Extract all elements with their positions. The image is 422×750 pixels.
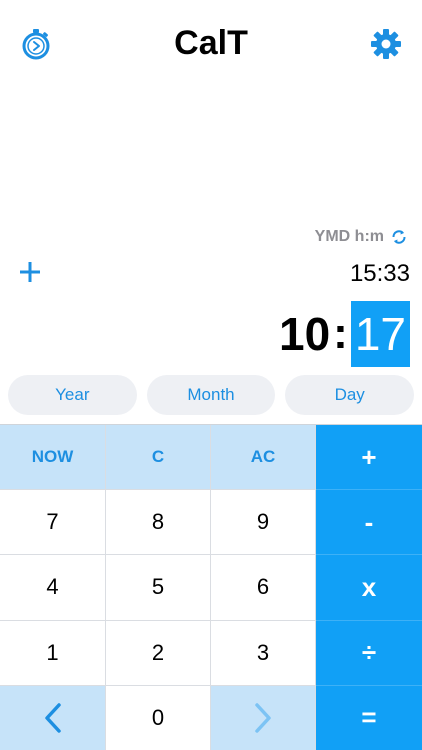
divide-button[interactable]: ÷ <box>316 620 422 686</box>
digit-9-button[interactable]: 9 <box>211 490 316 556</box>
header: CalT <box>0 0 422 90</box>
move-right-button[interactable] <box>211 685 316 750</box>
digit-8-button[interactable]: 8 <box>106 490 211 556</box>
digit-3-button[interactable]: 3 <box>211 620 316 686</box>
app-title: CalT <box>174 24 248 62</box>
multiply-button[interactable]: x <box>316 555 422 621</box>
digit-0-button[interactable]: 0 <box>106 685 211 750</box>
current-time-display: 10 : 17 <box>279 301 410 367</box>
time-separator: : <box>333 309 348 358</box>
format-toggle[interactable]: YMD h:m <box>315 228 408 246</box>
chevron-right-icon <box>255 703 271 733</box>
digit-2-button[interactable]: 2 <box>106 620 211 686</box>
plus-icon <box>16 258 44 286</box>
digit-4-button[interactable]: 4 <box>0 555 106 621</box>
clear-button[interactable]: C <box>106 425 211 491</box>
digit-5-button[interactable]: 5 <box>106 555 211 621</box>
day-button[interactable]: Day <box>285 375 415 415</box>
digit-1-button[interactable]: 1 <box>0 620 106 686</box>
chevron-left-icon <box>44 703 61 733</box>
hours-segment[interactable]: 10 <box>279 301 330 367</box>
month-button[interactable]: Month <box>146 375 276 415</box>
digit-7-button[interactable]: 7 <box>0 490 106 556</box>
equals-button[interactable]: = <box>316 685 422 750</box>
minus-button[interactable]: - <box>316 490 422 556</box>
plus-button[interactable]: + <box>316 425 422 491</box>
unit-selector: Year Month Day <box>8 375 415 415</box>
previous-time: 15:33 <box>349 260 410 287</box>
format-label: YMD h:m <box>314 228 384 245</box>
year-button[interactable]: Year <box>8 375 137 415</box>
keypad: NOW C AC + 7 8 9 - 4 5 6 x 1 2 3 ÷ 0 = <box>0 424 422 750</box>
now-button[interactable]: NOW <box>0 425 106 491</box>
all-clear-button[interactable]: AC <box>211 425 316 491</box>
move-left-button[interactable] <box>0 685 106 750</box>
digit-6-button[interactable]: 6 <box>211 555 316 621</box>
minutes-segment[interactable]: 17 <box>350 301 410 367</box>
gear-icon[interactable] <box>370 28 402 60</box>
refresh-icon[interactable] <box>390 228 408 246</box>
